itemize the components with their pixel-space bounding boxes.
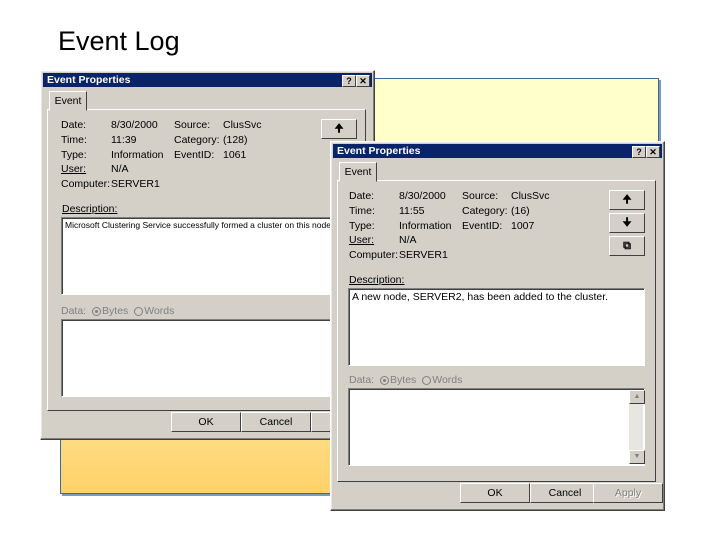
type-label: Type: (349, 220, 375, 232)
time-label: Time: (61, 134, 87, 146)
date-value: 8/30/2000 (111, 119, 158, 131)
apply-button[interactable]: Apply (593, 483, 663, 503)
next-event-button[interactable]: 🠋 (609, 213, 645, 233)
user-label: User: (61, 163, 87, 175)
category-label: Category: (462, 205, 508, 217)
date-label: Date: (61, 119, 87, 131)
date-label: Date: (349, 190, 375, 202)
words-label: Words (144, 305, 175, 317)
computer-value: SERVER1 (399, 249, 448, 261)
time-value: 11:39 (111, 134, 137, 146)
description-label: Description: (62, 203, 118, 215)
type-value: Information (399, 220, 452, 232)
copy-icon: ⧉ (623, 240, 631, 252)
description-textbox[interactable]: A new node, SERVER2, has been added to t… (348, 288, 645, 366)
computer-label: Computer: (349, 249, 399, 261)
close-button[interactable]: ✕ (646, 146, 660, 158)
time-label: Time: (349, 205, 375, 217)
data-label: Data: (349, 374, 375, 386)
help-button[interactable]: ? (632, 146, 646, 158)
computer-value: SERVER1 (111, 178, 160, 190)
description-textbox[interactable]: Microsoft Clustering Service successfull… (61, 217, 356, 295)
source-label: Source: (462, 190, 499, 202)
tab-event[interactable]: Event (339, 162, 377, 182)
arrow-down-icon: 🠋 (622, 217, 632, 229)
category-value: (128) (223, 134, 248, 146)
user-label: User: (349, 234, 375, 246)
previous-event-button[interactable]: 🠉 (321, 119, 357, 139)
cancel-button[interactable]: Cancel (241, 412, 311, 432)
previous-event-button[interactable]: 🠉 (609, 190, 645, 210)
eventid-value: 1007 (511, 220, 535, 232)
time-value: 11:55 (399, 205, 425, 217)
description-label: Description: (349, 274, 405, 286)
bytes-label: Bytes (390, 374, 417, 386)
words-radio[interactable] (134, 306, 144, 316)
source-value: ClusSvc (511, 190, 550, 202)
data-textbox[interactable] (61, 319, 356, 397)
title-bar[interactable]: Event Properties ? ✕ (333, 144, 662, 158)
tab-event[interactable]: Event (49, 91, 87, 111)
bytes-radio[interactable] (92, 306, 102, 316)
words-radio[interactable] (422, 375, 432, 385)
title-bar[interactable]: Event Properties ? ✕ (43, 73, 372, 87)
computer-label: Computer: (61, 178, 111, 190)
words-label: Words (432, 374, 463, 386)
dialog-title: Event Properties (337, 145, 421, 157)
eventid-value: 1061 (223, 149, 247, 161)
data-scrollbar[interactable]: ▲ ▼ (629, 390, 645, 464)
description-text: Microsoft Clustering Service successfull… (65, 220, 334, 230)
description-text: A new node, SERVER2, has been added to t… (352, 291, 609, 303)
data-textbox[interactable]: ▲ ▼ (348, 388, 645, 466)
source-label: Source: (174, 119, 211, 131)
arrow-up-icon: 🠉 (622, 194, 632, 206)
data-label: Data: (61, 305, 87, 317)
category-value: (16) (511, 205, 530, 217)
copy-button[interactable]: ⧉ (609, 236, 645, 256)
event-properties-dialog-1: Event Properties ? ✕ Event Date: 8/30/20… (40, 70, 381, 440)
bytes-label: Bytes (102, 305, 129, 317)
eventid-label: EventID: (462, 220, 503, 232)
type-value: Information (111, 149, 164, 161)
type-label: Type: (61, 149, 87, 161)
category-label: Category: (174, 134, 220, 146)
eventid-label: EventID: (174, 149, 215, 161)
data-format-row: Data: Bytes Words (61, 305, 174, 317)
dialog-title: Event Properties (47, 74, 131, 86)
user-value: N/A (111, 163, 129, 175)
scroll-up-arrow[interactable]: ▲ (629, 390, 645, 404)
slide-title: Event Log (58, 26, 180, 56)
scroll-down-arrow[interactable]: ▼ (629, 450, 645, 464)
data-format-row: Data: Bytes Words (349, 374, 462, 386)
date-value: 8/30/2000 (399, 190, 446, 202)
bytes-radio[interactable] (380, 375, 390, 385)
source-value: ClusSvc (223, 119, 262, 131)
ok-button[interactable]: OK (171, 412, 241, 432)
help-button[interactable]: ? (342, 75, 356, 87)
arrow-up-icon: 🠉 (334, 123, 344, 135)
user-value: N/A (399, 234, 417, 246)
close-button[interactable]: ✕ (356, 75, 370, 87)
event-properties-dialog-2: Event Properties ? ✕ Event Date: 8/30/20… (330, 141, 665, 511)
cancel-button[interactable]: Cancel (530, 483, 600, 503)
ok-button[interactable]: OK (460, 483, 530, 503)
